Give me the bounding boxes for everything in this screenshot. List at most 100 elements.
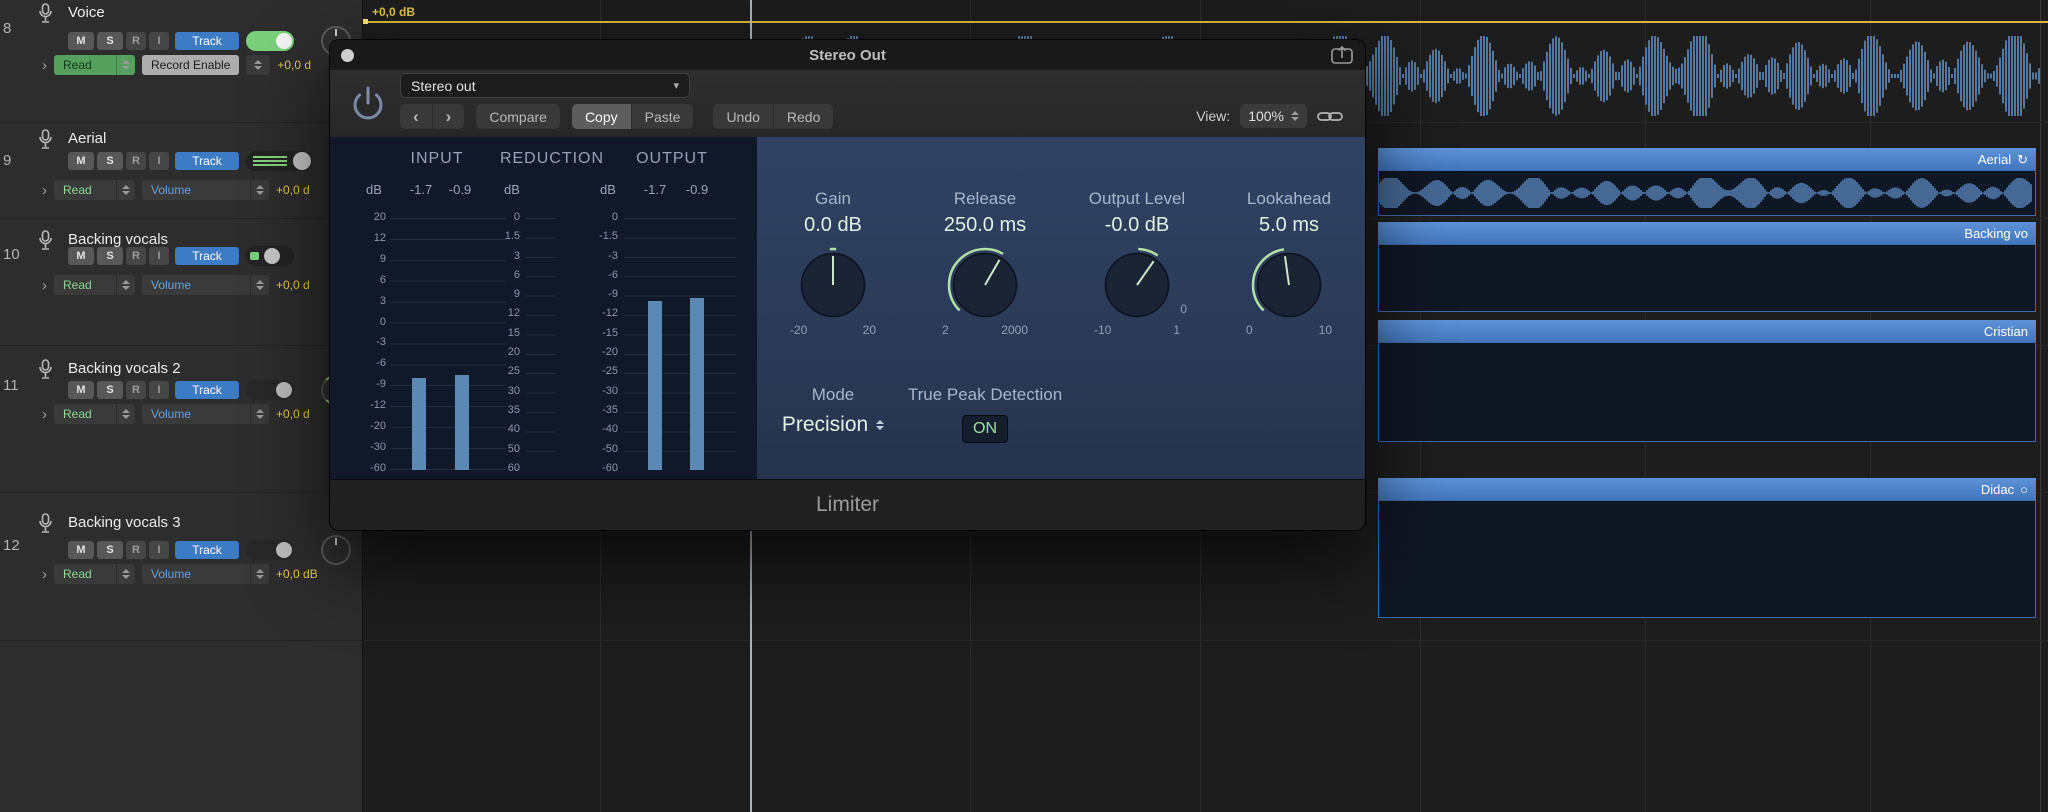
record-ready-button[interactable]: R xyxy=(126,381,146,399)
input-monitor-button[interactable]: I xyxy=(149,381,169,399)
track-name[interactable]: Aerial xyxy=(68,130,106,147)
stepper[interactable] xyxy=(250,564,269,584)
close-button[interactable] xyxy=(341,49,354,62)
solo-button[interactable]: S xyxy=(97,381,123,399)
record-ready-button[interactable]: R xyxy=(126,32,146,50)
region-body-aerial[interactable] xyxy=(1378,170,2036,216)
input-monitor-button[interactable]: I xyxy=(149,541,169,559)
input-monitor-button[interactable]: I xyxy=(149,247,169,265)
automation-mode-button[interactable]: Read xyxy=(54,275,135,295)
chevron-down-icon xyxy=(122,66,130,70)
track-name[interactable]: Backing vocals 3 xyxy=(68,514,181,531)
mute-button[interactable]: M xyxy=(68,541,94,559)
mute-button[interactable]: M xyxy=(68,381,94,399)
track-power-toggle[interactable] xyxy=(246,31,294,51)
automation-param-label: Volume xyxy=(151,278,191,292)
undo-button[interactable]: Undo xyxy=(713,104,772,129)
track-power-toggle[interactable] xyxy=(246,380,294,400)
solo-button[interactable]: S xyxy=(97,247,123,265)
solo-button[interactable]: S xyxy=(97,152,123,170)
track-on-button[interactable]: Track xyxy=(175,247,239,265)
automation-param-selector[interactable]: Volume xyxy=(142,404,269,424)
track-row-backing-vocals-3[interactable]: 12 Backing vocals 3 M S R I Track › Read xyxy=(0,492,362,641)
track-row-backing-vocals-2[interactable]: 11 Backing vocals 2 M S R I Track › Read xyxy=(0,345,362,493)
track-name[interactable]: Voice xyxy=(68,4,105,21)
stepper[interactable] xyxy=(250,404,269,424)
paste-button[interactable]: Paste xyxy=(631,104,694,129)
input-monitor-button[interactable]: I xyxy=(149,32,169,50)
track-power-toggle[interactable] xyxy=(246,151,312,171)
stepper[interactable] xyxy=(250,180,269,200)
automation-mode-button[interactable]: Read xyxy=(54,404,135,424)
record-ready-button[interactable]: R xyxy=(126,541,146,559)
track-power-toggle[interactable] xyxy=(246,540,294,560)
region-body-cristian[interactable] xyxy=(1378,342,2036,442)
undo-redo-group: Undo Redo xyxy=(713,104,833,129)
mute-button[interactable]: M xyxy=(68,247,94,265)
record-ready-button[interactable]: R xyxy=(126,247,146,265)
region-header-didac[interactable]: Didac ○ xyxy=(1378,478,2036,500)
true-peak-toggle[interactable]: ON xyxy=(962,415,1008,443)
release-knob[interactable] xyxy=(943,243,1027,327)
track-on-button[interactable]: Track xyxy=(175,381,239,399)
limiter-plugin-window: Stereo Out Stereo out ▾ ‹ › Compare Copy xyxy=(330,40,1365,530)
output-level-knob[interactable] xyxy=(1095,243,1179,327)
automation-param-selector[interactable]: Volume xyxy=(142,180,269,200)
disclosure-arrow-icon[interactable]: › xyxy=(42,183,47,198)
pan-knob[interactable] xyxy=(321,535,351,565)
automation-node[interactable] xyxy=(363,19,368,24)
stepper[interactable] xyxy=(250,275,269,295)
track-row-aerial[interactable]: 9 Aerial M S R I Track › Read Volum xyxy=(0,122,362,219)
copy-button[interactable]: Copy xyxy=(572,104,631,129)
chevron-down-icon: ▾ xyxy=(673,79,679,92)
solo-button[interactable]: S xyxy=(97,32,123,50)
automation-mode-button[interactable]: Read xyxy=(54,55,135,75)
region-header-aerial[interactable]: Aerial ↻ xyxy=(1378,148,2036,170)
lookahead-knob[interactable] xyxy=(1247,243,1331,327)
previous-preset-button[interactable]: ‹ xyxy=(400,104,432,129)
link-window-icon[interactable] xyxy=(1331,45,1353,64)
region-body-didac[interactable] xyxy=(1378,500,2036,618)
link-icon[interactable] xyxy=(1317,109,1343,124)
disclosure-arrow-icon[interactable]: › xyxy=(42,278,47,293)
stepper[interactable] xyxy=(116,180,135,200)
disclosure-arrow-icon[interactable]: › xyxy=(42,407,47,422)
automation-param-selector[interactable]: Volume xyxy=(142,275,269,295)
track-power-toggle[interactable] xyxy=(246,246,294,266)
input-meter-title: INPUT xyxy=(411,150,464,168)
disclosure-arrow-icon[interactable]: › xyxy=(42,567,47,582)
stepper[interactable] xyxy=(116,55,135,75)
plugin-titlebar[interactable]: Stereo Out xyxy=(330,40,1365,70)
region-header-cristian[interactable]: Cristian xyxy=(1378,320,2036,342)
region-header-backing-vocals[interactable]: Backing vo xyxy=(1378,222,2036,244)
stepper[interactable] xyxy=(116,275,135,295)
chevron-down-icon xyxy=(256,286,264,290)
solo-button[interactable]: S xyxy=(97,541,123,559)
region-body-backing-vocals[interactable] xyxy=(1378,244,2036,312)
mode-selector[interactable]: Precision xyxy=(782,413,884,437)
track-row-backing-vocals[interactable]: 10 Backing vocals M S R I Track › Read xyxy=(0,218,362,346)
channel-strip-selector[interactable]: Stereo out ▾ xyxy=(400,73,690,98)
track-on-button[interactable]: Track xyxy=(175,32,239,50)
zoom-select[interactable]: 100% xyxy=(1240,104,1307,128)
next-preset-button[interactable]: › xyxy=(432,104,465,129)
automation-mode-button[interactable]: Read xyxy=(54,180,135,200)
mute-button[interactable]: M xyxy=(68,152,94,170)
disclosure-arrow-icon[interactable]: › xyxy=(42,58,47,73)
stepper[interactable] xyxy=(116,564,135,584)
param-stepper[interactable] xyxy=(246,55,270,75)
automation-line[interactable] xyxy=(362,21,2048,23)
redo-button[interactable]: Redo xyxy=(773,104,833,129)
gain-knob[interactable] xyxy=(791,243,875,327)
record-ready-button[interactable]: R xyxy=(126,152,146,170)
automation-param-selector[interactable]: Volume xyxy=(142,564,269,584)
compare-button[interactable]: Compare xyxy=(476,104,560,129)
track-on-button[interactable]: Track xyxy=(175,152,239,170)
automation-mode-button[interactable]: Read xyxy=(54,564,135,584)
mute-button[interactable]: M xyxy=(68,32,94,50)
track-on-button[interactable]: Track xyxy=(175,541,239,559)
power-button[interactable] xyxy=(346,81,390,125)
stepper[interactable] xyxy=(116,404,135,424)
track-row-voice[interactable]: 8 Voice M S R I Track › Read Record E xyxy=(0,0,362,123)
input-monitor-button[interactable]: I xyxy=(149,152,169,170)
